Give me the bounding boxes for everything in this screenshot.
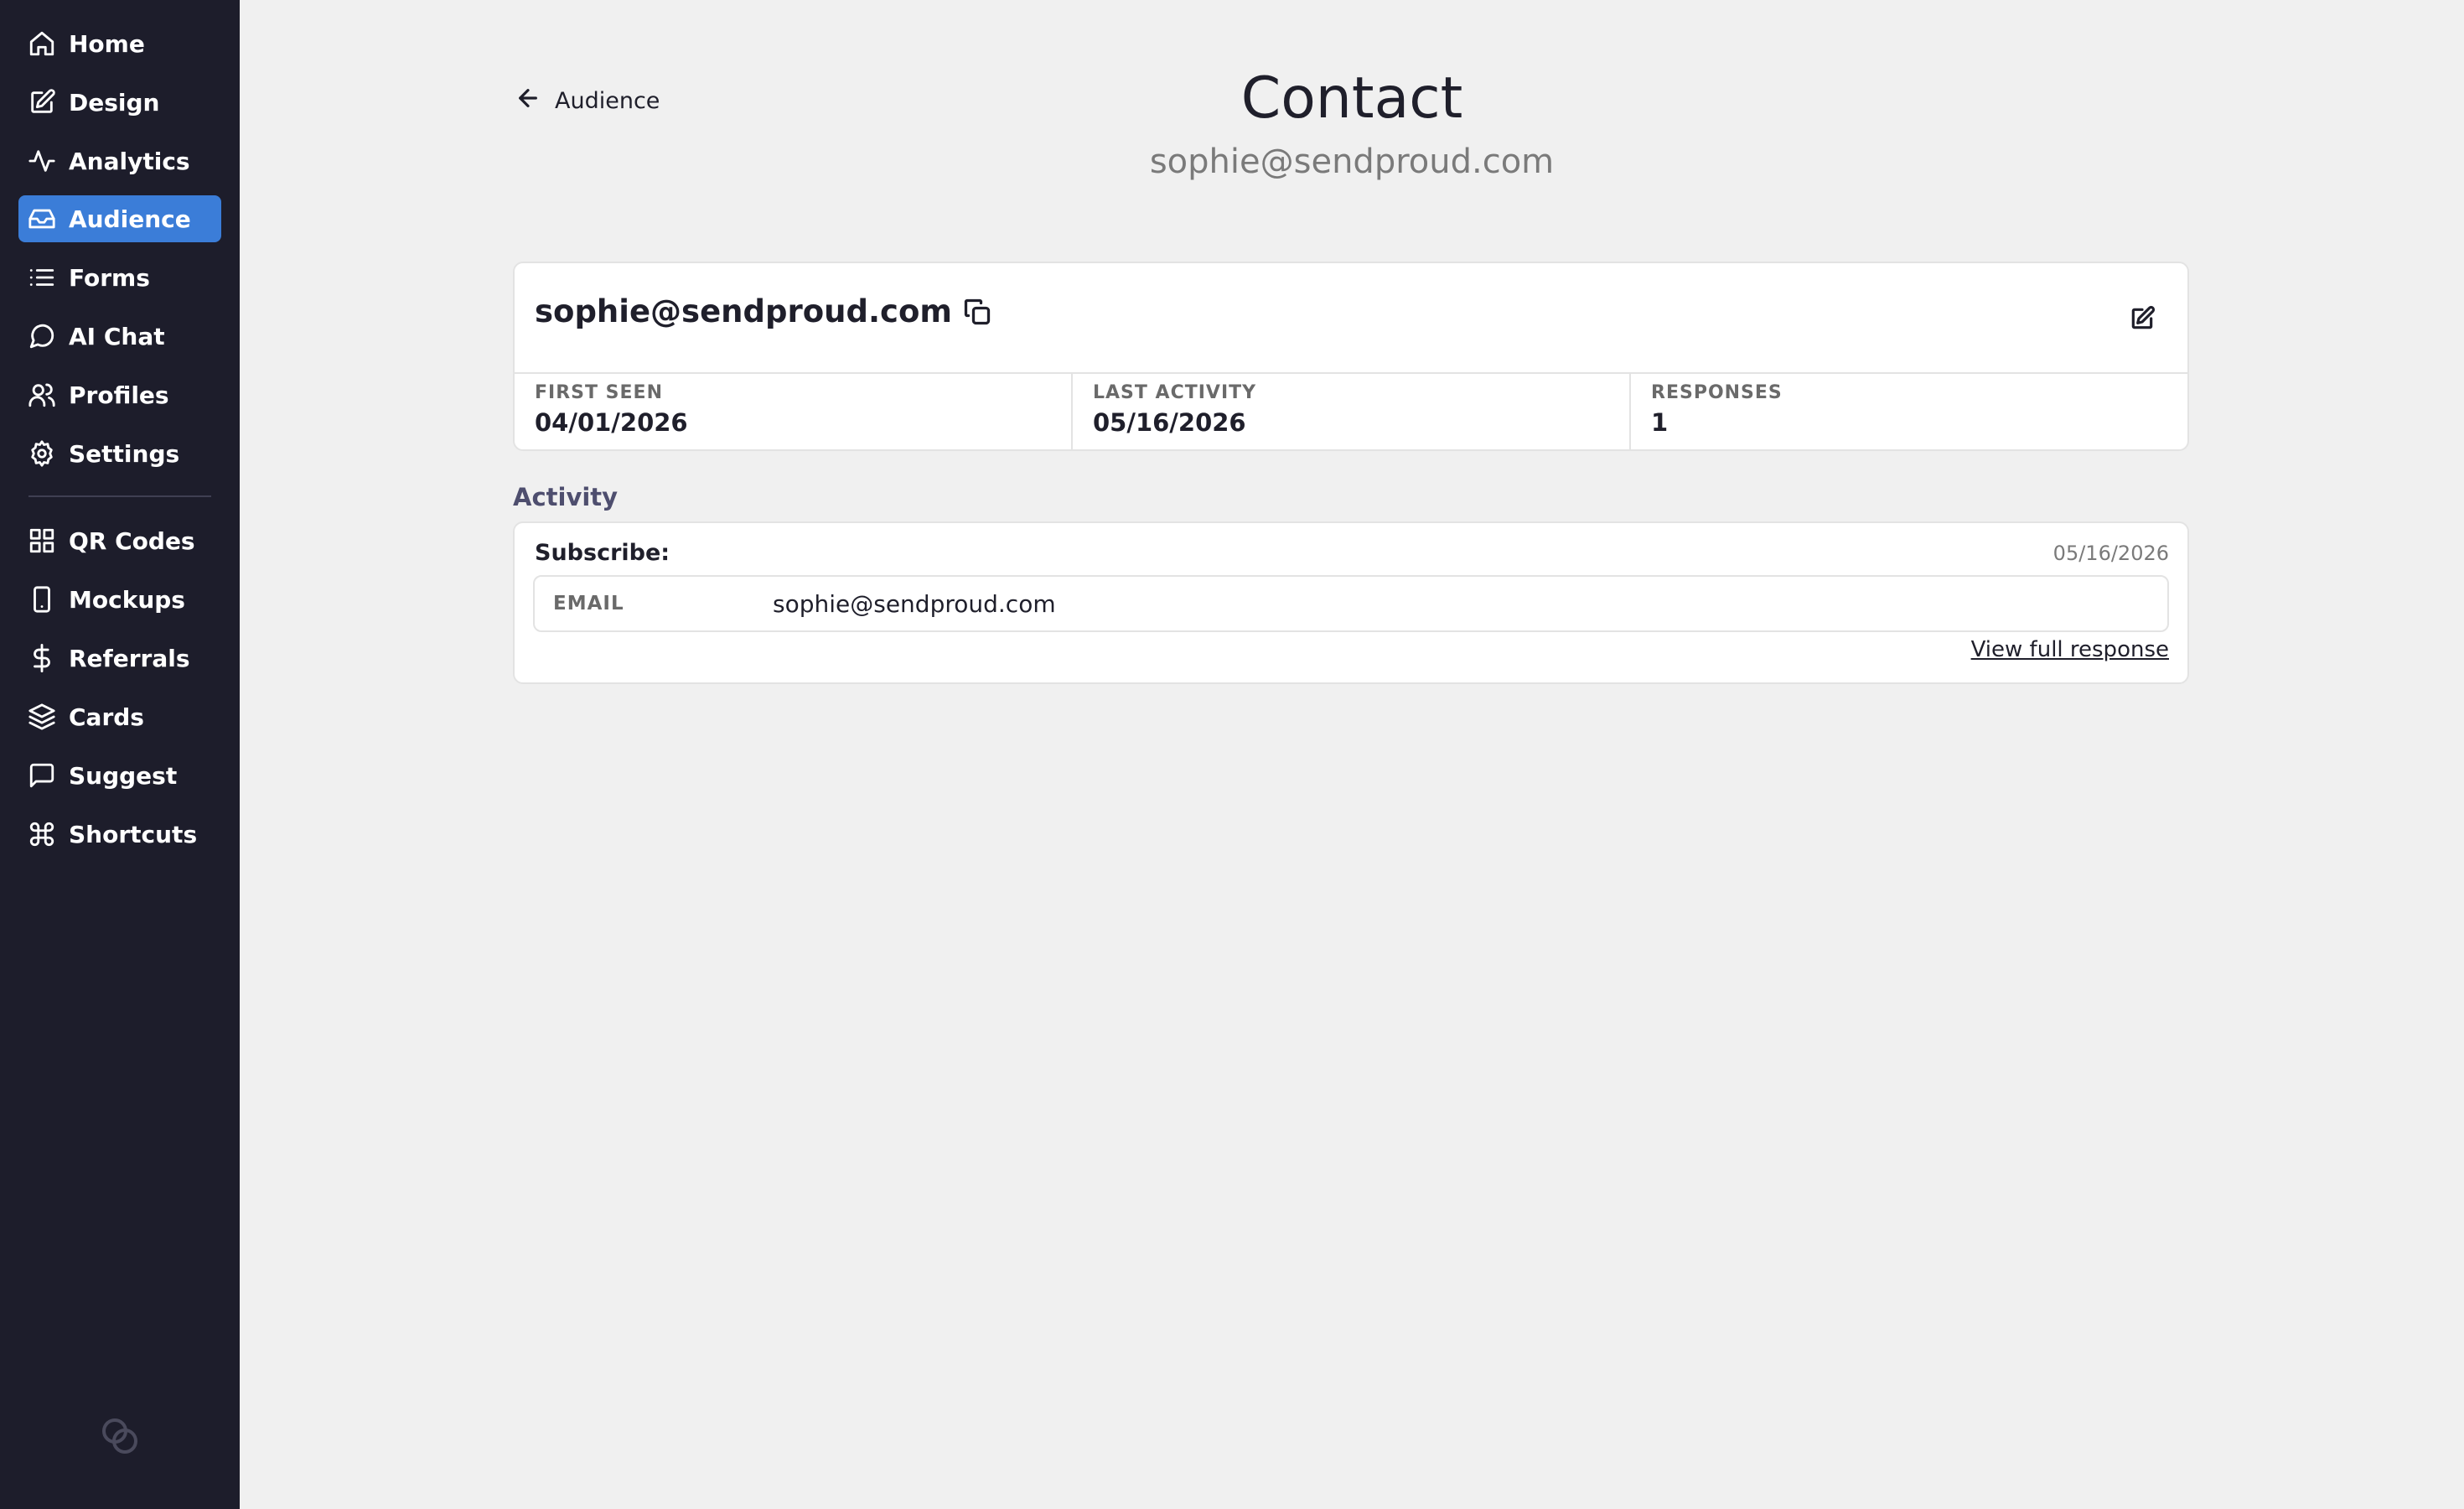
sidebar-item-label: Forms bbox=[69, 263, 150, 292]
activity-entry: Subscribe: 05/16/2026 EMAIL sophie@sendp… bbox=[513, 521, 2189, 684]
command-icon bbox=[27, 819, 57, 849]
edit-icon bbox=[27, 87, 57, 117]
response-field-row: EMAIL sophie@sendproud.com bbox=[533, 575, 2169, 632]
arrow-left-icon bbox=[515, 85, 555, 117]
activity-icon bbox=[27, 146, 57, 176]
list-icon bbox=[27, 262, 57, 293]
sidebar-item-cards[interactable]: Cards bbox=[18, 693, 221, 740]
sidebar: Home Design Analytics Audience Forms AI … bbox=[0, 0, 240, 1509]
brand-logo-icon bbox=[97, 1413, 142, 1459]
sidebar-item-label: Referrals bbox=[69, 644, 190, 672]
grid-icon bbox=[27, 526, 57, 556]
sidebar-item-label: Settings bbox=[69, 439, 180, 468]
dollar-icon bbox=[27, 643, 57, 673]
sidebar-item-label: Mockups bbox=[69, 585, 185, 614]
stat-value: 05/16/2026 bbox=[1093, 408, 1246, 437]
sidebar-item-home[interactable]: Home bbox=[18, 20, 221, 67]
sidebar-item-label: Audience bbox=[69, 205, 191, 233]
sidebar-item-profiles[interactable]: Profiles bbox=[18, 371, 221, 418]
stat-label: FIRST SEEN bbox=[535, 382, 663, 403]
sidebar-item-label: Home bbox=[69, 29, 145, 58]
gear-icon bbox=[27, 438, 57, 469]
sidebar-item-label: Cards bbox=[69, 703, 144, 731]
home-icon bbox=[27, 29, 57, 59]
contact-email-heading: sophie@sendproud.com bbox=[535, 293, 992, 329]
sidebar-item-referrals[interactable]: Referrals bbox=[18, 635, 221, 682]
sidebar-item-settings[interactable]: Settings bbox=[18, 430, 221, 477]
stat-first-seen: FIRST SEEN 04/01/2026 bbox=[515, 374, 1073, 449]
stat-value: 1 bbox=[1651, 408, 1669, 437]
sidebar-item-label: QR Codes bbox=[69, 526, 195, 555]
edit-contact-icon[interactable] bbox=[2129, 305, 2156, 332]
sidebar-item-ai-chat[interactable]: AI Chat bbox=[18, 313, 221, 360]
back-link-label: Audience bbox=[555, 87, 660, 114]
inbox-icon bbox=[27, 204, 57, 234]
stat-responses: RESPONSES 1 bbox=[1631, 374, 2187, 449]
message-square-icon bbox=[27, 760, 57, 791]
sidebar-item-label: Suggest bbox=[69, 761, 178, 790]
activity-heading: Activity bbox=[513, 483, 619, 511]
page-subtitle: sophie@sendproud.com bbox=[1149, 143, 1555, 181]
sidebar-item-label: Design bbox=[69, 88, 160, 117]
sidebar-item-label: Profiles bbox=[69, 381, 169, 409]
chat-bubble-icon bbox=[27, 321, 57, 351]
sidebar-item-suggest[interactable]: Suggest bbox=[18, 752, 221, 799]
back-to-audience-link[interactable]: Audience bbox=[515, 84, 660, 117]
sidebar-divider bbox=[28, 495, 211, 497]
sidebar-item-analytics[interactable]: Analytics bbox=[18, 137, 221, 184]
stat-label: RESPONSES bbox=[1651, 382, 1783, 403]
page-title: Contact bbox=[1240, 65, 1463, 132]
contact-stats-row: FIRST SEEN 04/01/2026 LAST ACTIVITY 05/1… bbox=[515, 372, 2187, 449]
sidebar-item-label: Analytics bbox=[69, 147, 190, 175]
sidebar-item-shortcuts[interactable]: Shortcuts bbox=[18, 811, 221, 858]
contact-card: sophie@sendproud.com FIRST SEEN 04/01/20… bbox=[513, 262, 2189, 451]
activity-type: Subscribe: bbox=[535, 540, 670, 566]
sidebar-item-qr-codes[interactable]: QR Codes bbox=[18, 517, 221, 564]
field-value: sophie@sendproud.com bbox=[773, 589, 1056, 618]
sidebar-item-forms[interactable]: Forms bbox=[18, 254, 221, 301]
users-icon bbox=[27, 380, 57, 410]
copy-icon[interactable] bbox=[962, 297, 992, 327]
sidebar-item-label: Shortcuts bbox=[69, 820, 198, 848]
stat-value: 04/01/2026 bbox=[535, 408, 688, 437]
contact-email-text: sophie@sendproud.com bbox=[535, 293, 952, 329]
view-full-response-link[interactable]: View full response bbox=[1971, 637, 2169, 662]
sidebar-item-label: AI Chat bbox=[69, 322, 165, 350]
activity-date: 05/16/2026 bbox=[2052, 542, 2169, 565]
sidebar-item-audience[interactable]: Audience bbox=[18, 195, 221, 242]
sidebar-item-mockups[interactable]: Mockups bbox=[18, 576, 221, 623]
phone-icon bbox=[27, 584, 57, 614]
sidebar-item-design[interactable]: Design bbox=[18, 79, 221, 126]
layers-icon bbox=[27, 702, 57, 732]
stat-last-activity: LAST ACTIVITY 05/16/2026 bbox=[1073, 374, 1631, 449]
stat-label: LAST ACTIVITY bbox=[1093, 382, 1257, 403]
field-label: EMAIL bbox=[553, 593, 624, 614]
